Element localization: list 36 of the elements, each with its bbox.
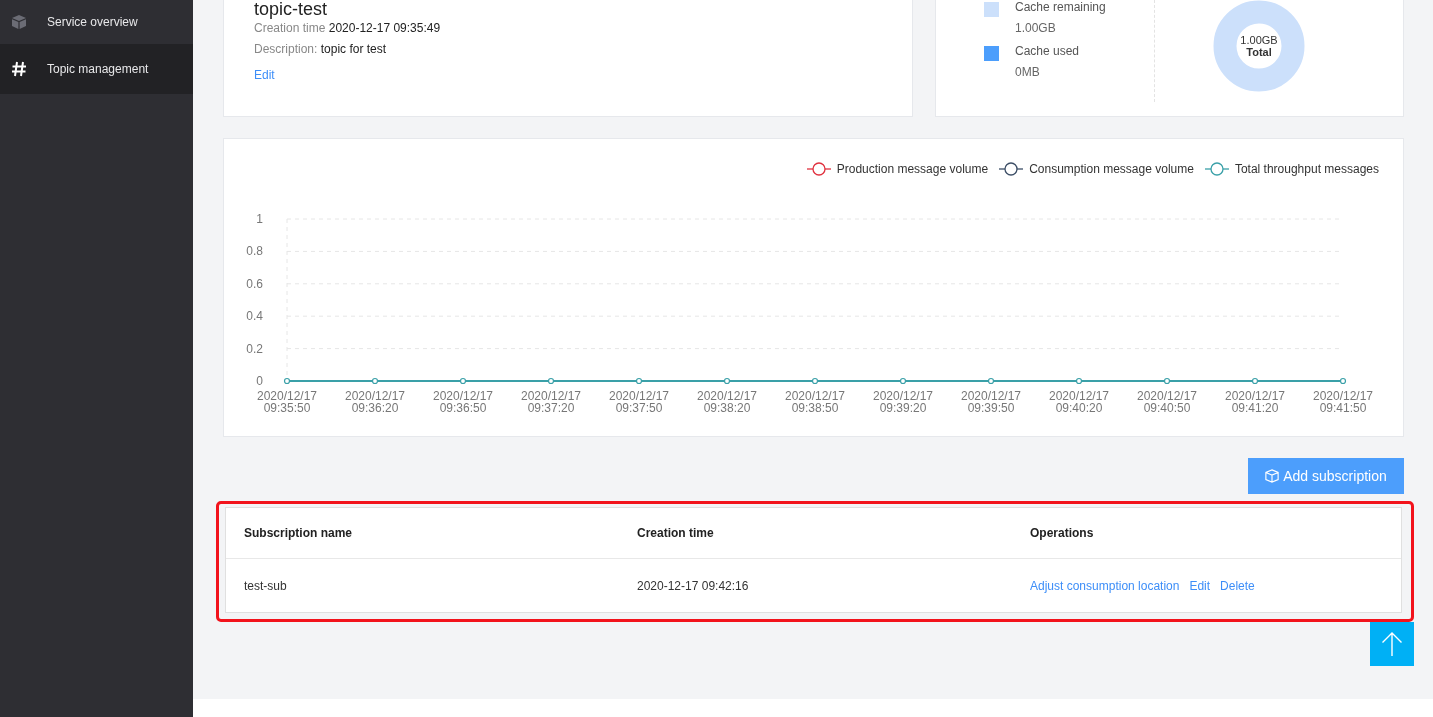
y-tick-label: 0.8	[246, 244, 263, 259]
column-header: Creation time	[636, 526, 715, 540]
legend-value: 0MB	[1015, 65, 1041, 79]
column-header: Operations	[1029, 526, 1095, 540]
legend-label: Production message volume	[836, 162, 989, 176]
x-tick-label: 2020/12/17 09:41:50	[1312, 389, 1374, 415]
x-tick-label: 2020/12/17 09:41:20	[1224, 389, 1286, 415]
legend-label: Consumption message volume	[1029, 162, 1194, 176]
legend-label: Total throughput messages	[1234, 162, 1379, 176]
x-tick-label: 2020/12/17 09:38:20	[696, 389, 758, 415]
donut-label: Total	[1246, 46, 1272, 58]
x-tick-label: 2020/12/17 09:35:50	[256, 389, 318, 415]
y-tick-label: 0.4	[246, 309, 263, 324]
topic-title: topic-test	[254, 0, 329, 18]
topic-field: Creation time 2020-12-17 09:35:49	[254, 18, 882, 39]
legend-label: Cache used	[1015, 44, 1080, 58]
x-tick-label: 2020/12/17 09:38:50	[784, 389, 846, 415]
donut-value: 1.00GB	[1240, 34, 1278, 46]
y-tick-label: 0.6	[246, 276, 263, 291]
x-tick-label: 2020/12/17 09:39:50	[960, 389, 1022, 415]
x-tick-label: 2020/12/17 09:37:50	[608, 389, 670, 415]
y-tick-label: 1	[256, 212, 263, 226]
legend-value: 1.00GB	[1015, 21, 1057, 35]
topic-field: Description: topic for test	[254, 39, 882, 60]
table-cell-text: 2020-12-17 09:42:16	[636, 578, 750, 593]
x-tick-label: 2020/12/17 09:40:20	[1048, 389, 1110, 415]
x-tick-label: 2020/12/17 09:36:50	[432, 389, 494, 415]
x-tick-label: 2020/12/17 09:39:20	[872, 389, 934, 415]
table-cell-text: test-sub	[243, 578, 288, 593]
y-tick-label: 0	[256, 374, 263, 388]
x-tick-label: 2020/12/17 09:40:50	[1136, 389, 1198, 415]
y-tick-label: 0.2	[246, 341, 263, 356]
x-tick-label: 2020/12/17 09:36:20	[344, 389, 406, 415]
legend-label: Cache remaining	[1015, 0, 1106, 14]
x-tick-label: 2020/12/17 09:37:20	[520, 389, 582, 415]
column-header: Subscription name	[243, 526, 354, 540]
